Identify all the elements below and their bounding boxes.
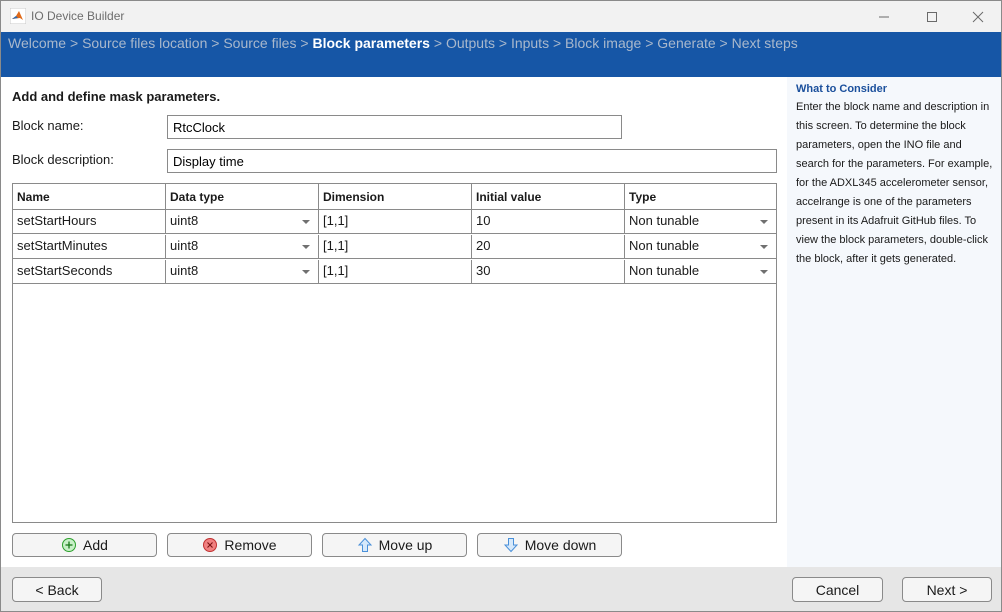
main-panel: Add and define mask parameters. Block na… (1, 77, 787, 567)
remove-button[interactable]: Remove (167, 533, 312, 557)
column-header-initial-value[interactable]: Initial value (472, 184, 625, 209)
breadcrumb-next-steps[interactable]: Next steps (732, 35, 798, 51)
move-up-label: Move up (378, 537, 433, 553)
column-header-name[interactable]: Name (13, 184, 166, 209)
table-row[interactable]: setStartSeconds uint8 [1,1] 30 Non tunab… (13, 260, 776, 284)
breadcrumb-separator: > (552, 35, 566, 51)
breadcrumb-block-parameters: Block parameters (312, 35, 430, 51)
matlab-logo-icon (10, 8, 26, 24)
remove-icon (203, 538, 218, 552)
column-header-dimension[interactable]: Dimension (319, 184, 472, 209)
cancel-label: Cancel (815, 581, 860, 598)
breadcrumb-inputs[interactable]: Inputs (511, 35, 549, 51)
type-dropdown[interactable]: Non tunable (625, 260, 776, 283)
breadcrumb-separator: > (69, 35, 83, 51)
cancel-button[interactable]: Cancel (792, 577, 883, 602)
side-panel-title: What to Consider (796, 83, 888, 95)
parameters-table: Name Data type Dimension Initial value T… (12, 183, 777, 523)
param-name-cell[interactable]: setStartSeconds (13, 260, 166, 283)
breadcrumb-separator: > (645, 35, 658, 51)
title-bar: IO Device Builder (1, 1, 1001, 32)
next-label: Next > (926, 581, 968, 598)
table-row[interactable]: setStartMinutes uint8 [1,1] 20 Non tunab… (13, 235, 776, 259)
type-value: Non tunable (629, 213, 700, 228)
type-dropdown[interactable]: Non tunable (625, 235, 776, 258)
data-type-dropdown[interactable]: uint8 (166, 210, 319, 233)
data-type-value: uint8 (170, 213, 199, 228)
move-down-button[interactable]: Move down (477, 533, 622, 557)
param-name-cell[interactable]: setStartHours (13, 210, 166, 233)
maximize-button[interactable] (909, 1, 955, 32)
add-button[interactable]: Add (12, 533, 157, 557)
data-type-value: uint8 (170, 263, 199, 278)
dimension-cell[interactable]: [1,1] (319, 210, 472, 233)
footer-bar: < Back Cancel Next > (1, 567, 1001, 611)
column-header-data-type[interactable]: Data type (166, 184, 319, 209)
breadcrumb-generate[interactable]: Generate (657, 35, 715, 51)
breadcrumb-source-files-location[interactable]: Source files location (82, 35, 207, 51)
data-type-dropdown[interactable]: uint8 (166, 235, 319, 258)
remove-label: Remove (224, 537, 277, 553)
table-header: Name Data type Dimension Initial value T… (13, 184, 776, 210)
move-up-button[interactable]: Move up (322, 533, 467, 557)
back-button[interactable]: < Back (12, 577, 102, 602)
dropdown-arrow-icon (302, 245, 310, 249)
page-heading: Add and define mask parameters. (12, 89, 221, 104)
maximize-icon (927, 11, 937, 22)
type-value: Non tunable (629, 238, 700, 253)
back-label: < Back (35, 581, 79, 598)
close-button[interactable] (955, 1, 1001, 32)
what-to-consider-panel: What to Consider Enter the block name an… (787, 77, 1001, 567)
breadcrumb-source-files[interactable]: Source files (223, 35, 296, 51)
initial-value-cell[interactable]: 10 (472, 210, 625, 233)
breadcrumb-separator: > (300, 35, 313, 51)
param-name-cell[interactable]: setStartMinutes (13, 235, 166, 258)
dropdown-arrow-icon (760, 270, 768, 274)
initial-value-cell[interactable]: 20 (472, 235, 625, 258)
table-row[interactable]: setStartHours uint8 [1,1] 10 Non tunable (13, 210, 776, 234)
arrow-up-icon (357, 537, 372, 552)
dropdown-arrow-icon (302, 220, 310, 224)
block-name-input[interactable] (167, 115, 622, 139)
add-icon (62, 538, 77, 552)
io-device-builder-window: IO Device Builder Welcome > Source files… (0, 0, 1002, 612)
window-title: IO Device Builder (31, 9, 125, 23)
breadcrumb-separator: > (719, 35, 732, 51)
breadcrumb-welcome[interactable]: Welcome (8, 35, 66, 51)
move-down-label: Move down (524, 537, 597, 553)
dimension-cell[interactable]: [1,1] (319, 260, 472, 283)
column-header-type[interactable]: Type (625, 184, 776, 209)
data-type-value: uint8 (170, 238, 199, 253)
close-icon (972, 11, 984, 22)
type-dropdown[interactable]: Non tunable (625, 210, 776, 233)
dropdown-arrow-icon (760, 220, 768, 224)
add-label: Add (83, 537, 108, 553)
dropdown-arrow-icon (760, 245, 768, 249)
minimize-button[interactable] (861, 1, 907, 32)
dropdown-arrow-icon (302, 270, 310, 274)
dimension-cell[interactable]: [1,1] (319, 235, 472, 258)
breadcrumb-separator: > (433, 35, 446, 51)
breadcrumb-block-image[interactable]: Block image (565, 35, 641, 51)
block-description-label: Block description: (12, 152, 114, 167)
minimize-icon (879, 16, 889, 17)
initial-value-cell[interactable]: 30 (472, 260, 625, 283)
arrow-down-icon (503, 538, 518, 553)
breadcrumb-separator: > (498, 35, 511, 51)
block-name-label: Block name: (12, 118, 84, 133)
side-panel-text: Enter the block name and description in … (796, 101, 993, 265)
type-value: Non tunable (629, 263, 700, 278)
next-button[interactable]: Next > (902, 577, 992, 602)
breadcrumb: Welcome > Source files location > Source… (1, 32, 1001, 77)
breadcrumb-separator: > (211, 35, 224, 51)
data-type-dropdown[interactable]: uint8 (166, 260, 319, 283)
block-description-input[interactable] (167, 149, 777, 173)
breadcrumb-outputs[interactable]: Outputs (446, 35, 495, 51)
